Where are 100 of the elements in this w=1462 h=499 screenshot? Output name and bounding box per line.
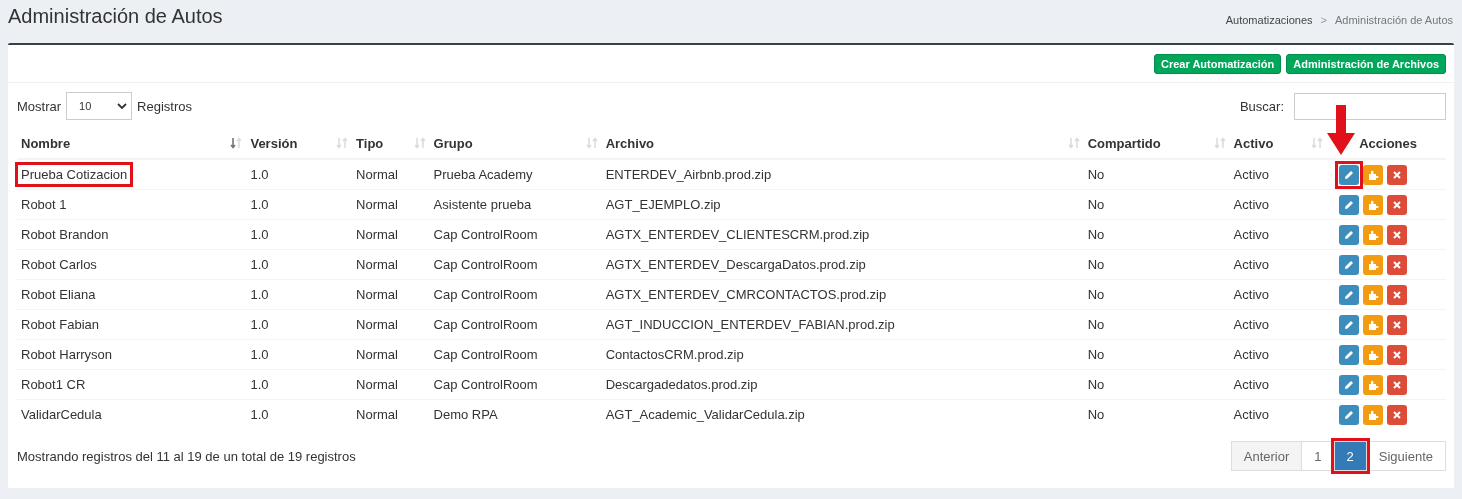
close-icon bbox=[1393, 320, 1402, 329]
table-cell-text: 1.0 bbox=[249, 196, 270, 214]
pencil-icon bbox=[1344, 259, 1355, 270]
puzzle-button[interactable] bbox=[1363, 374, 1384, 395]
table-cell-text: Activo bbox=[1232, 376, 1270, 394]
table-cell-text: Robot Carlos bbox=[20, 256, 98, 274]
table-cell-text: No bbox=[1086, 196, 1106, 214]
delete-button[interactable] bbox=[1387, 194, 1408, 215]
table-cell-text: Activo bbox=[1232, 346, 1270, 364]
close-icon bbox=[1393, 290, 1402, 299]
delete-button[interactable] bbox=[1387, 254, 1408, 275]
column-header[interactable]: Tipo bbox=[356, 135, 384, 151]
column-header[interactable]: Compartido bbox=[1087, 135, 1161, 151]
delete-button[interactable] bbox=[1387, 224, 1408, 245]
delete-button[interactable] bbox=[1387, 284, 1408, 305]
delete-button[interactable] bbox=[1387, 314, 1408, 335]
edit-button[interactable] bbox=[1339, 374, 1360, 395]
column-header[interactable]: Acciones bbox=[1359, 135, 1417, 151]
table-cell-text: 1.0 bbox=[249, 346, 270, 364]
delete-button[interactable] bbox=[1387, 374, 1408, 395]
puzzle-button[interactable] bbox=[1363, 194, 1384, 215]
puzzle-button[interactable] bbox=[1363, 314, 1384, 335]
table-cell-text: Activo bbox=[1232, 286, 1270, 304]
table-cell-text: Cap ControlRoom bbox=[432, 346, 539, 364]
edit-button[interactable] bbox=[1339, 284, 1360, 305]
sort-icon[interactable] bbox=[230, 137, 243, 149]
close-icon bbox=[1393, 350, 1402, 359]
table-cell-text: AGT_INDUCCION_ENTERDEV_FABIAN.prod.zip bbox=[604, 316, 896, 334]
puzzle-button[interactable] bbox=[1363, 224, 1384, 245]
column-header[interactable]: Activo bbox=[1233, 135, 1274, 151]
table-cell-text: Activo bbox=[1232, 406, 1270, 424]
search-field[interactable] bbox=[1294, 92, 1446, 120]
table-cell-text: Robot Eliana bbox=[20, 286, 97, 304]
table-cell-text: Activo bbox=[1232, 226, 1270, 244]
table-cell-text: Robot Brandon bbox=[20, 226, 110, 244]
pencil-icon bbox=[1344, 409, 1355, 420]
table-cell-text: Cap ControlRoom bbox=[432, 226, 539, 244]
table-cell-text: 1.0 bbox=[249, 406, 270, 424]
puzzle-button[interactable] bbox=[1363, 254, 1384, 275]
puzzle-icon bbox=[1367, 349, 1379, 360]
close-icon bbox=[1393, 230, 1402, 239]
table-cell-text: ValidarCedula bbox=[20, 406, 103, 424]
table-info: Mostrando registros del 11 al 19 de un total de 19 registros bbox=[17, 448, 356, 464]
table-cell-text: No bbox=[1086, 166, 1106, 184]
table-cell-text: Normal bbox=[355, 316, 399, 334]
pencil-icon bbox=[1344, 349, 1355, 360]
table-cell-text: Cap ControlRoom bbox=[432, 376, 539, 394]
column-header[interactable]: Versión bbox=[250, 135, 298, 151]
edit-button[interactable] bbox=[1339, 194, 1360, 215]
edit-button[interactable] bbox=[1339, 314, 1360, 335]
table-cell-text: Normal bbox=[355, 346, 399, 364]
page-title: Administración de Autos bbox=[8, 5, 223, 28]
table-cell-text: ContactosCRM.prod.zip bbox=[604, 346, 745, 364]
annotation-arrow bbox=[1326, 104, 1357, 155]
table-cell-text: AGTX_ENTERDEV_CMRCONTACTOS.prod.zip bbox=[604, 286, 888, 304]
edit-button[interactable] bbox=[1339, 344, 1360, 365]
edit-button[interactable] bbox=[1339, 224, 1360, 245]
pagination-button[interactable]: Anterior bbox=[1230, 441, 1303, 471]
edit-button[interactable] bbox=[1339, 404, 1360, 425]
puzzle-button[interactable] bbox=[1363, 404, 1384, 425]
pagination-button[interactable]: 2 bbox=[1333, 441, 1367, 471]
puzzle-icon bbox=[1367, 289, 1379, 300]
table-cell-text: 1.0 bbox=[249, 376, 270, 394]
table-cell-text: No bbox=[1086, 286, 1106, 304]
pencil-icon bbox=[1344, 289, 1355, 300]
table-cell-text: Demo RPA bbox=[432, 406, 499, 424]
page-size-select[interactable]: 10 bbox=[66, 92, 133, 120]
breadcrumb-current: Administración de Autos bbox=[1335, 14, 1453, 26]
puzzle-icon bbox=[1367, 169, 1379, 180]
table-cell-text: Normal bbox=[355, 286, 399, 304]
puzzle-icon bbox=[1367, 319, 1379, 330]
delete-button[interactable] bbox=[1387, 164, 1408, 185]
column-header[interactable]: Nombre bbox=[21, 135, 71, 151]
edit-button[interactable] bbox=[1339, 254, 1360, 275]
close-icon bbox=[1393, 410, 1402, 419]
column-header[interactable]: Grupo bbox=[433, 135, 473, 151]
breadcrumb-link[interactable]: Automatizaciones bbox=[1225, 14, 1313, 26]
table-cell-text: No bbox=[1086, 406, 1106, 424]
table-cell-text: Normal bbox=[355, 166, 399, 184]
delete-button[interactable] bbox=[1387, 404, 1408, 425]
puzzle-icon bbox=[1367, 259, 1379, 270]
delete-button[interactable] bbox=[1387, 344, 1408, 365]
puzzle-button[interactable] bbox=[1363, 284, 1384, 305]
table-cell-text: Cap ControlRoom bbox=[432, 286, 539, 304]
table-cell-text: Cap ControlRoom bbox=[432, 256, 539, 274]
search-label: Buscar: bbox=[1239, 98, 1284, 114]
puzzle-button[interactable] bbox=[1363, 164, 1384, 185]
table-cell-text: No bbox=[1086, 256, 1106, 274]
pencil-icon bbox=[1344, 199, 1355, 210]
pencil-icon bbox=[1344, 379, 1355, 390]
table-cell-text: Normal bbox=[355, 196, 399, 214]
table-cell-text: 1.0 bbox=[249, 256, 270, 274]
table-cell-text: Normal bbox=[355, 226, 399, 244]
length-label: Registros bbox=[137, 98, 192, 114]
table-cell-text: AGTX_ENTERDEV_DescargaDatos.prod.zip bbox=[604, 256, 867, 274]
length-label: Mostrar bbox=[17, 98, 62, 114]
column-header[interactable]: Archivo bbox=[605, 135, 655, 151]
puzzle-icon bbox=[1367, 199, 1379, 210]
table-cell-text: Descargadedatos.prod.zip bbox=[604, 376, 759, 394]
puzzle-button[interactable] bbox=[1363, 344, 1384, 365]
